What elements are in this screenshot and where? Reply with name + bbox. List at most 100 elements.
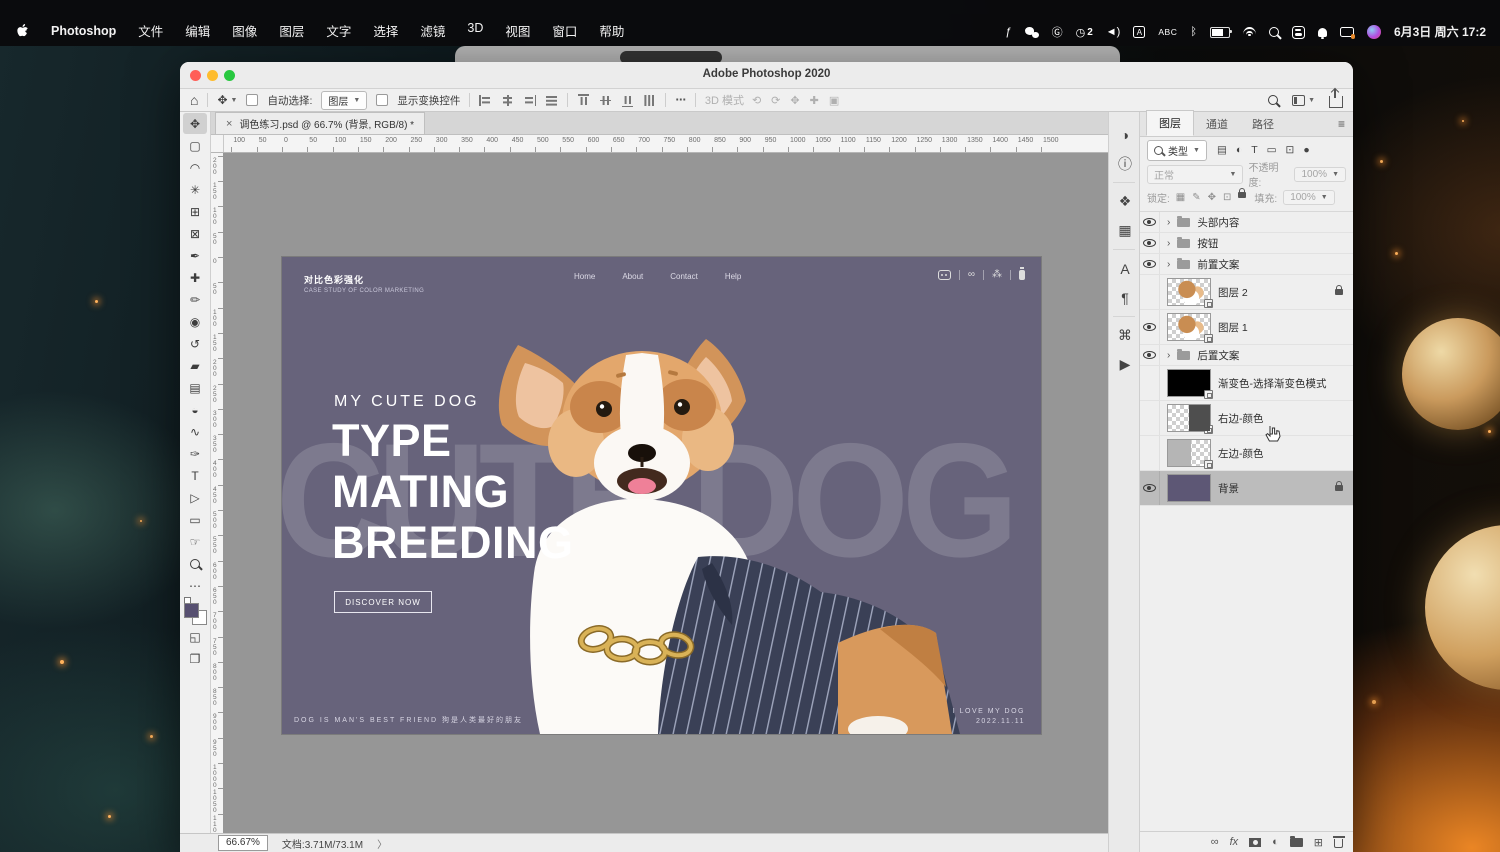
- filter-adjustment-icon[interactable]: ◐: [1236, 144, 1242, 156]
- adjustment-layer-icon[interactable]: ◐: [1272, 836, 1279, 848]
- shape-tool[interactable]: ▭: [183, 509, 207, 530]
- hand-tool[interactable]: ☞: [183, 531, 207, 552]
- lock-position-icon[interactable]: ✥: [1208, 192, 1216, 203]
- lock-transparency-icon[interactable]: ▦: [1176, 192, 1185, 203]
- crop-tool[interactable]: ⊞: [183, 201, 207, 222]
- delete-layer-icon[interactable]: [1334, 839, 1343, 848]
- filter-pin-icon[interactable]: ●: [1303, 144, 1309, 156]
- layer-row-2[interactable]: › 前置文案: [1140, 254, 1353, 275]
- panel-menu-icon[interactable]: ≡: [1338, 117, 1345, 131]
- layer-row-0[interactable]: ›头部内容: [1140, 212, 1353, 233]
- filter-type-icon[interactable]: T: [1251, 144, 1257, 156]
- horizontal-ruler[interactable]: 1005005010015020025030035040045050055060…: [223, 135, 1108, 152]
- paragraph-icon[interactable]: ¶: [1109, 283, 1141, 312]
- quick-mask-tool[interactable]: ◱: [183, 626, 207, 647]
- layer-thumbnail[interactable]: [1167, 313, 1211, 341]
- tab-channels[interactable]: 通道: [1194, 112, 1240, 136]
- layer-thumbnail[interactable]: [1167, 369, 1211, 397]
- abc-input-icon[interactable]: ABC: [1158, 27, 1177, 37]
- actions-icon[interactable]: ▶: [1109, 350, 1141, 379]
- volume-icon[interactable]: ◄): [1106, 26, 1121, 38]
- tab-paths[interactable]: 路径: [1240, 112, 1286, 136]
- character-icon[interactable]: A: [1109, 254, 1141, 283]
- lock-all-icon[interactable]: [1238, 192, 1246, 198]
- history-brush-tool[interactable]: ↺: [183, 333, 207, 354]
- blur-tool[interactable]: ◒: [183, 399, 207, 420]
- auto-select-checkbox[interactable]: [246, 94, 258, 106]
- path-select-tool[interactable]: ▷: [183, 487, 207, 508]
- layer-visibility-toggle[interactable]: [1140, 471, 1160, 505]
- menu-item-9[interactable]: 窗口: [552, 21, 577, 40]
- layer-visibility-toggle[interactable]: [1140, 233, 1160, 253]
- align-middle-icon[interactable]: [600, 94, 611, 107]
- patterns-icon[interactable]: ▦: [1109, 216, 1141, 245]
- search-icon[interactable]: [1268, 95, 1278, 105]
- move-tool[interactable]: ✥: [183, 113, 207, 134]
- layer-row-3[interactable]: 图层 2: [1140, 275, 1353, 310]
- layer-row-7[interactable]: 右边-颜色: [1140, 401, 1353, 436]
- display-icon[interactable]: [1340, 27, 1354, 37]
- screen-time-icon[interactable]: ◷2: [1076, 26, 1093, 39]
- bluetooth-icon[interactable]: ᛒ: [1190, 26, 1197, 38]
- chevron-right-icon[interactable]: ›: [1167, 350, 1170, 361]
- eyedropper-tool[interactable]: ✒: [183, 245, 207, 266]
- new-layer-icon[interactable]: ⊞: [1314, 836, 1323, 849]
- layer-visibility-toggle[interactable]: [1140, 254, 1160, 274]
- screen-mode-tool[interactable]: ❐: [183, 648, 207, 669]
- frame-tool[interactable]: ⊠: [183, 223, 207, 244]
- foreground-color-swatch[interactable]: [184, 603, 199, 618]
- chevron-right-icon[interactable]: ›: [1167, 259, 1170, 270]
- layer-style-icon[interactable]: fx: [1230, 836, 1239, 848]
- brush-tool[interactable]: ✏: [183, 289, 207, 310]
- adjustments-icon[interactable]: ◑: [1109, 120, 1141, 149]
- layer-row-8[interactable]: 左边-颜色: [1140, 436, 1353, 471]
- input-method-icon[interactable]: Ⓖ: [1052, 24, 1063, 40]
- gradient-tool[interactable]: ▤: [183, 377, 207, 398]
- filter-shape-icon[interactable]: ▭: [1267, 144, 1277, 156]
- menu-item-4[interactable]: 文字: [326, 21, 351, 40]
- glyphs-icon[interactable]: ⌘: [1109, 321, 1141, 350]
- layer-name[interactable]: 右边-颜色: [1218, 411, 1353, 426]
- menu-item-8[interactable]: 视图: [505, 21, 530, 40]
- lock-artboard-icon[interactable]: ⊡: [1223, 192, 1231, 203]
- poster-artwork[interactable]: CUTE DOG: [282, 257, 1041, 734]
- filter-pixel-icon[interactable]: ▤: [1217, 144, 1227, 156]
- layer-visibility-toggle[interactable]: [1140, 345, 1160, 365]
- swatches-icon[interactable]: ❖: [1109, 187, 1141, 216]
- zoom-level-field[interactable]: 66.67%: [218, 835, 268, 851]
- show-transform-checkbox[interactable]: [376, 94, 388, 106]
- window-titlebar[interactable]: Adobe Photoshop 2020: [180, 62, 1353, 89]
- layer-row-1[interactable]: › 按钮: [1140, 233, 1353, 254]
- layer-name[interactable]: 前置文案: [1197, 257, 1353, 272]
- info-icon[interactable]: ⓘ: [1109, 149, 1141, 178]
- pen-tool[interactable]: ✑: [183, 443, 207, 464]
- menu-item-10[interactable]: 帮助: [599, 21, 624, 40]
- chevron-right-icon[interactable]: ›: [1167, 238, 1170, 249]
- magic-wand-tool[interactable]: ✳: [183, 179, 207, 200]
- layer-row-5[interactable]: ›后置文案: [1140, 345, 1353, 366]
- fn-icon[interactable]: ƒ: [1006, 26, 1012, 38]
- zoom-tool[interactable]: [183, 553, 207, 574]
- edit-toolbar[interactable]: ⋯: [183, 575, 207, 596]
- color-swatches[interactable]: [183, 599, 207, 625]
- home-icon[interactable]: ⌂: [190, 92, 198, 108]
- opacity-dropdown[interactable]: 100%▼: [1294, 167, 1346, 182]
- clone-stamp-tool[interactable]: ◉: [183, 311, 207, 332]
- menu-item-0[interactable]: 文件: [138, 21, 163, 40]
- smudge-tool[interactable]: ∿: [183, 421, 207, 442]
- fill-dropdown[interactable]: 100%▼: [1283, 190, 1335, 205]
- status-chevron[interactable]: 〉: [377, 836, 387, 851]
- layer-name[interactable]: 按钮: [1197, 236, 1353, 251]
- layer-name[interactable]: 图层 2: [1218, 285, 1328, 300]
- workspace-switcher[interactable]: ▼: [1292, 95, 1315, 106]
- distribute-icon[interactable]: [644, 94, 655, 107]
- layer-visibility-toggle[interactable]: [1140, 436, 1160, 470]
- menu-item-5[interactable]: 选择: [373, 21, 398, 40]
- layer-mask-icon[interactable]: [1249, 838, 1261, 847]
- filter-smartobject-icon[interactable]: ⊡: [1286, 144, 1295, 156]
- eraser-tool[interactable]: ▰: [183, 355, 207, 376]
- layer-row-4[interactable]: 图层 1: [1140, 310, 1353, 345]
- layer-visibility-toggle[interactable]: [1140, 275, 1160, 309]
- align-top-icon[interactable]: [578, 94, 589, 107]
- marquee-tool[interactable]: ▢: [183, 135, 207, 156]
